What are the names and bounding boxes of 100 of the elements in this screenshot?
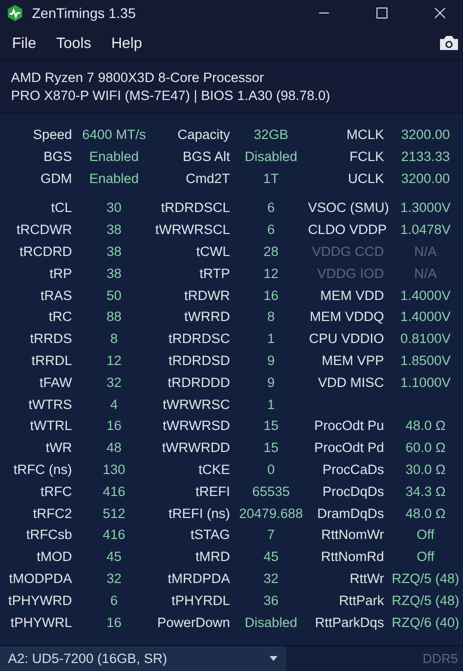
parameter-value: 1 bbox=[266, 331, 276, 346]
parameter-label: RttParkDqs bbox=[314, 614, 385, 630]
parameter-label: tFAW bbox=[38, 374, 73, 390]
parameter-label: tMODPDA bbox=[8, 570, 73, 586]
parameter-value: Off bbox=[416, 549, 436, 564]
parameter-label: MCLK bbox=[345, 126, 385, 142]
parameter-value: Disabled bbox=[244, 148, 298, 164]
parameter-value: 512 bbox=[102, 506, 126, 521]
parameter-value: 60.0 Ω bbox=[404, 440, 447, 456]
parameter-value: 38 bbox=[105, 222, 123, 238]
camera-icon[interactable] bbox=[439, 35, 459, 51]
parameter-value: 15 bbox=[262, 418, 280, 434]
module-dropdown[interactable]: A2: UD5-7200 (16GB, SR) bbox=[0, 646, 286, 671]
parameter-label: RttPark bbox=[338, 592, 385, 608]
parameter-value: 20479.688 bbox=[238, 506, 304, 521]
parameter-label: tRCDWR bbox=[16, 222, 73, 238]
parameter-value: 48.0 Ω bbox=[404, 418, 447, 434]
parameter-label: ProcOdt Pd bbox=[313, 440, 385, 456]
parameter-value: 38 bbox=[105, 266, 123, 281]
parameter-label: Capacity bbox=[176, 126, 231, 142]
app-logo-icon bbox=[6, 4, 24, 22]
parameter-value: 1 bbox=[266, 396, 276, 412]
parameter-label: tRDRDSC bbox=[167, 331, 231, 346]
parameter-value: 30.0 Ω bbox=[404, 462, 447, 477]
parameter-label: RttWr bbox=[348, 570, 385, 586]
parameter-label: tREFI (ns) bbox=[167, 506, 231, 521]
parameter-value: 50 bbox=[105, 288, 123, 303]
parameter-value: 1.8500V bbox=[399, 352, 452, 368]
parameter-label: tRC bbox=[48, 309, 73, 324]
parameter-value: 32GB bbox=[252, 126, 290, 142]
maximize-icon[interactable] bbox=[376, 7, 388, 19]
parameter-value: Enabled bbox=[88, 170, 140, 186]
caret-icon bbox=[269, 656, 278, 661]
parameter-label: tPHYRDL bbox=[170, 592, 231, 608]
parameter-value: 36 bbox=[262, 592, 280, 608]
parameter-label: tRFC bbox=[40, 484, 73, 499]
parameter-label: tRRDL bbox=[30, 352, 73, 368]
parameter-label: ProcCaDs bbox=[321, 462, 385, 477]
parameter-label: tWTRS bbox=[28, 396, 73, 412]
parameter-label: PowerDown bbox=[156, 614, 231, 630]
parameter-label: tRAS bbox=[39, 288, 73, 303]
parameter-value: Off bbox=[416, 527, 436, 542]
parameter-value: 48.0 Ω bbox=[404, 506, 447, 521]
parameter-label: tRCDRD bbox=[18, 244, 73, 259]
processor-name: AMD Ryzen 7 9800X3D 8-Core Processor bbox=[11, 69, 265, 87]
parameter-value: 130 bbox=[102, 462, 126, 477]
parameter-label: tRFCsb bbox=[25, 527, 73, 542]
parameter-value: Disabled bbox=[244, 614, 298, 630]
menu-item[interactable]: File bbox=[12, 34, 36, 52]
parameter-label: UCLK bbox=[346, 170, 385, 186]
parameter-label: tSTAG bbox=[189, 527, 231, 542]
parameter-label: VDD MISC bbox=[316, 374, 385, 390]
parameter-value: 6400 MT/s bbox=[81, 126, 147, 142]
parameter-value: 28 bbox=[262, 244, 280, 259]
parameter-value: 32 bbox=[262, 570, 280, 586]
parameter-label: tPHYWRD bbox=[7, 592, 73, 608]
parameter-value: N/A bbox=[413, 266, 438, 281]
parameter-value: 88 bbox=[105, 309, 123, 324]
parameter-label: tWRWRSD bbox=[162, 418, 231, 434]
parameter-label: MEM VPP bbox=[320, 352, 385, 368]
parameter-label: tRRDS bbox=[28, 331, 73, 346]
parameter-value: 16 bbox=[262, 288, 280, 303]
parameter-label: RttNomRd bbox=[320, 549, 385, 564]
parameter-label: Cmd2T bbox=[184, 170, 231, 186]
parameter-label: FCLK bbox=[348, 148, 385, 164]
parameter-value: 8 bbox=[109, 331, 119, 346]
parameter-label: tPHYWRL bbox=[9, 614, 73, 630]
parameter-value: 30 bbox=[105, 200, 123, 216]
parameter-value: 4 bbox=[109, 396, 119, 412]
parameter-label: tWRWRSCL bbox=[154, 222, 231, 238]
parameter-label: tMRD bbox=[194, 549, 231, 564]
parameter-label: tRFC2 bbox=[32, 506, 73, 521]
parameter-value: 45 bbox=[105, 549, 123, 564]
parameter-label: tRDRDSCL bbox=[160, 200, 231, 216]
parameter-label: tREFI bbox=[194, 484, 231, 499]
parameter-value: 8 bbox=[266, 309, 276, 324]
parameter-label: tWRWRDD bbox=[161, 440, 231, 456]
parameter-value: 3200.00 bbox=[400, 170, 451, 186]
menu-item[interactable]: Tools bbox=[56, 34, 92, 52]
parameter-label: tMRDPDA bbox=[166, 570, 231, 586]
close-icon[interactable] bbox=[434, 7, 446, 19]
parameter-label: VDDG CCD bbox=[310, 244, 385, 259]
parameter-label: VDDG IOD bbox=[316, 266, 385, 281]
parameter-value: 7 bbox=[266, 527, 276, 542]
memory-type: DDR5 bbox=[422, 651, 458, 666]
parameter-value: 6 bbox=[266, 222, 276, 238]
parameter-label: tWR bbox=[44, 440, 73, 456]
parameter-value: 34.3 Ω bbox=[404, 484, 447, 499]
parameter-value: 6 bbox=[109, 592, 119, 608]
parameter-value: 1T bbox=[262, 170, 280, 186]
parameter-value: 16 bbox=[105, 614, 123, 630]
menu-item[interactable]: Help bbox=[111, 34, 142, 52]
parameter-label: tRTP bbox=[198, 266, 231, 281]
parameter-value: 48 bbox=[105, 440, 123, 456]
parameter-value: 0 bbox=[266, 462, 276, 477]
parameter-value: 32 bbox=[105, 374, 123, 390]
parameter-label: ProcOdt Pu bbox=[313, 418, 385, 434]
parameter-label: GDM bbox=[40, 170, 73, 186]
parameter-label: RttNomWr bbox=[320, 527, 385, 542]
parameter-label: tCL bbox=[50, 200, 73, 216]
